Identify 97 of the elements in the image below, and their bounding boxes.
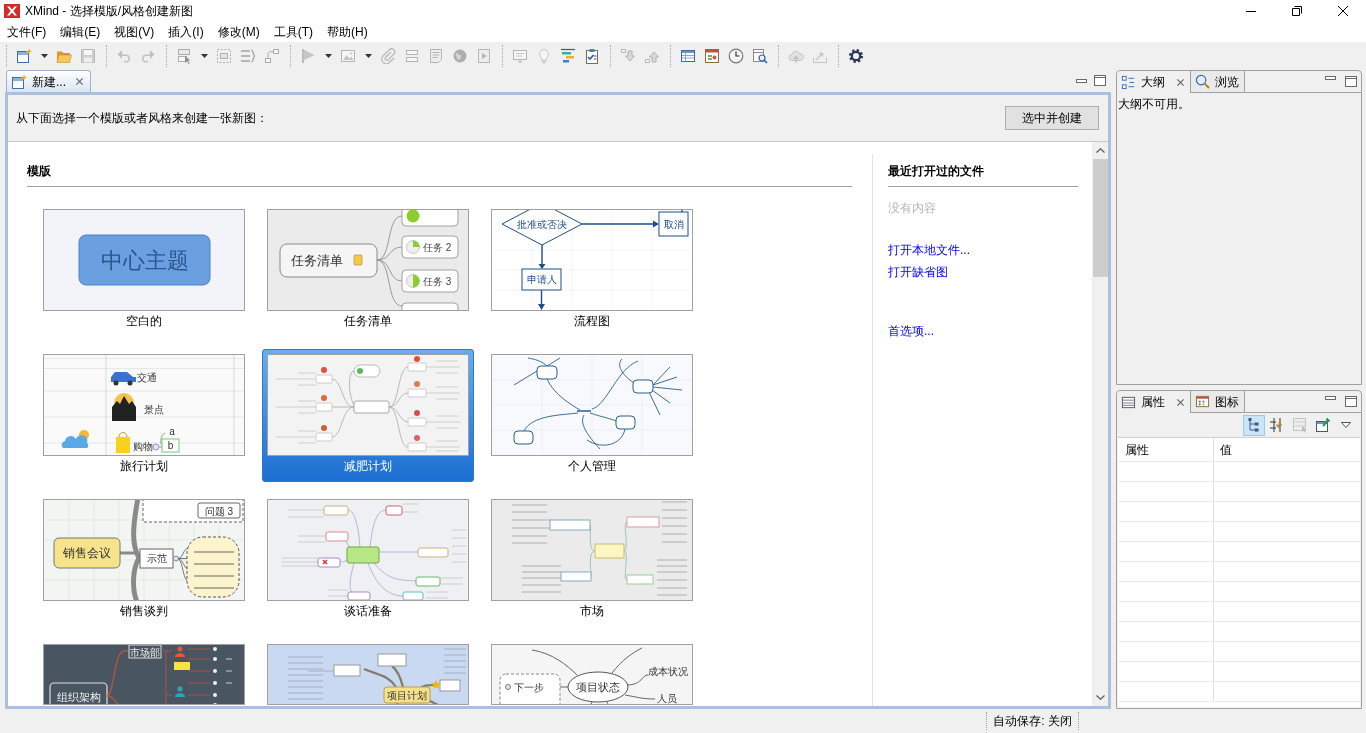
house-icon (112, 393, 136, 421)
maximize-icon[interactable] (1345, 76, 1357, 87)
gantt-bars-icon[interactable] (560, 48, 576, 64)
shopping-bag-icon (116, 432, 130, 453)
minimize-icon[interactable] (1246, 10, 1256, 12)
scrollbar[interactable] (1092, 142, 1108, 706)
link[interactable]: 打开缺省图 (888, 264, 948, 280)
page-search-icon[interactable] (752, 48, 768, 64)
menu-item[interactable]: 视图(V) (107, 22, 162, 42)
maximize-icon[interactable] (1345, 396, 1357, 407)
scrollbar-thumb[interactable] (1092, 159, 1108, 277)
panel-tab[interactable]: 浏览 (1191, 71, 1245, 93)
menu-item[interactable]: 修改(M) (210, 22, 267, 42)
menu-item[interactable]: 编辑(E) (53, 22, 108, 42)
prompt-text: 从下面选择一个模版或者风格来创建一张新图： (16, 110, 268, 126)
clock-icon[interactable] (728, 48, 744, 64)
window-title: XMind - 选择模版/风格创建新图 (25, 3, 193, 19)
outline-message: 大纲不可用。 (1118, 97, 1190, 111)
outline-list-icon (1121, 74, 1136, 90)
preferences-link[interactable]: 首选项... (888, 323, 934, 339)
topic-label: 示范 (146, 553, 167, 564)
car-icon (111, 372, 136, 386)
topic-label: 任务 3 (423, 276, 452, 287)
icon-grid-icon (1195, 394, 1210, 409)
section-heading: 模版 (27, 163, 51, 179)
table-icon (1121, 394, 1136, 410)
close-icon[interactable] (1338, 6, 1348, 16)
topic-label: 购物 (133, 441, 153, 452)
template-item[interactable]: 问题 3 销售会议 示范 销售谈判 (38, 494, 250, 627)
topic-label: b (167, 440, 174, 451)
settings-icon[interactable] (848, 48, 864, 64)
template-item[interactable]: 市场部 组织架构 (38, 639, 250, 706)
topic-label: 市场部 (130, 647, 160, 658)
note-icon (353, 254, 363, 266)
template-item[interactable]: 成本状况 下一步 项目状态 人员 (486, 639, 698, 706)
topic-label: 取消 (663, 219, 684, 230)
create-button[interactable]: 选中并创建 (1005, 106, 1099, 130)
magnifier-icon (1195, 74, 1210, 89)
progress-pie-icon (406, 210, 420, 223)
person-icon (175, 686, 185, 697)
template-item[interactable]: 批准或否决 取消 申请人 流程图 (486, 204, 698, 337)
checklist-icon[interactable] (584, 48, 600, 64)
topic-label: 项目状态 (576, 681, 620, 693)
link[interactable]: 打开本地文件... (888, 242, 970, 258)
topic-label: 项目计划 (387, 690, 427, 701)
scroll-up-icon[interactable] (1095, 148, 1105, 153)
topic-label: 批准或否决 (517, 219, 567, 230)
view-menu-icon[interactable] (1341, 422, 1351, 428)
template-item[interactable]: 减肥计划 (262, 349, 474, 482)
topic-label: 组织架构 (56, 691, 101, 703)
topic-label: 成本状况 (648, 666, 688, 677)
star-icon (431, 680, 441, 689)
template-item[interactable]: 交通 景点 a 购物 b 旅行计划 (38, 349, 250, 482)
table-icon[interactable] (680, 48, 696, 64)
menu-item[interactable]: 工具(T) (266, 22, 320, 42)
panel-tab[interactable]: 属性 (1117, 391, 1191, 413)
new-document-icon (11, 73, 27, 90)
empty-message: 没有内容 (888, 200, 936, 216)
template-item[interactable]: 个人管理 (486, 349, 698, 482)
template-item[interactable]: 任务 2 任务清单 任务 3 任务清单 (262, 204, 474, 337)
template-item[interactable]: 中心主题 空白的 (38, 204, 250, 337)
panel-tab[interactable]: 图标 (1191, 391, 1245, 413)
menu-item[interactable]: 帮助(H) (320, 22, 375, 42)
window-chart-icon[interactable] (704, 48, 720, 64)
scroll-down-icon[interactable] (1095, 695, 1105, 700)
maximize-icon[interactable] (1094, 75, 1106, 86)
autosave-status: 自动保存: 关闭 (993, 713, 1072, 729)
progress-pie-icon (406, 274, 420, 288)
section-heading: 最近打开过的文件 (888, 163, 984, 179)
topic-label: 销售会议 (63, 546, 111, 560)
topic-label: 问题 3 (204, 505, 234, 517)
new-document-icon[interactable] (16, 48, 32, 64)
column-header[interactable]: 属性 (1125, 441, 1149, 458)
panel-tab[interactable]: 大纲 (1117, 71, 1191, 93)
topic-label: 任务 2 (423, 242, 452, 253)
column-header[interactable]: 值 (1220, 441, 1232, 458)
template-item[interactable]: 市场 (486, 494, 698, 627)
topic-label: 下一步 (514, 682, 544, 693)
topic-label: 景点 (144, 404, 164, 415)
topic-label: 人员 (657, 693, 677, 704)
menu-item[interactable]: 插入(I) (161, 22, 211, 42)
cloud-sun-icon (61, 430, 89, 448)
editor-tab[interactable]: 新建... (6, 70, 91, 92)
topic-label: 中心主题 (100, 248, 189, 273)
topic-label: 任务清单 (291, 253, 343, 268)
topic-label: a (169, 426, 175, 437)
template-item[interactable]: 谈话准备 (262, 494, 474, 627)
topic-label: 申请人 (526, 274, 557, 285)
person-icon (175, 646, 185, 657)
restore-icon[interactable] (1292, 6, 1302, 16)
menu-item[interactable]: 文件(F) (0, 22, 54, 42)
progress-pie-icon (406, 240, 420, 254)
caret-icon[interactable] (40, 54, 48, 58)
app-logo-icon (4, 4, 20, 18)
bullet-icon (505, 684, 511, 690)
template-item[interactable]: 项目计划 (262, 639, 474, 706)
topic-label: 交通 (137, 372, 157, 383)
